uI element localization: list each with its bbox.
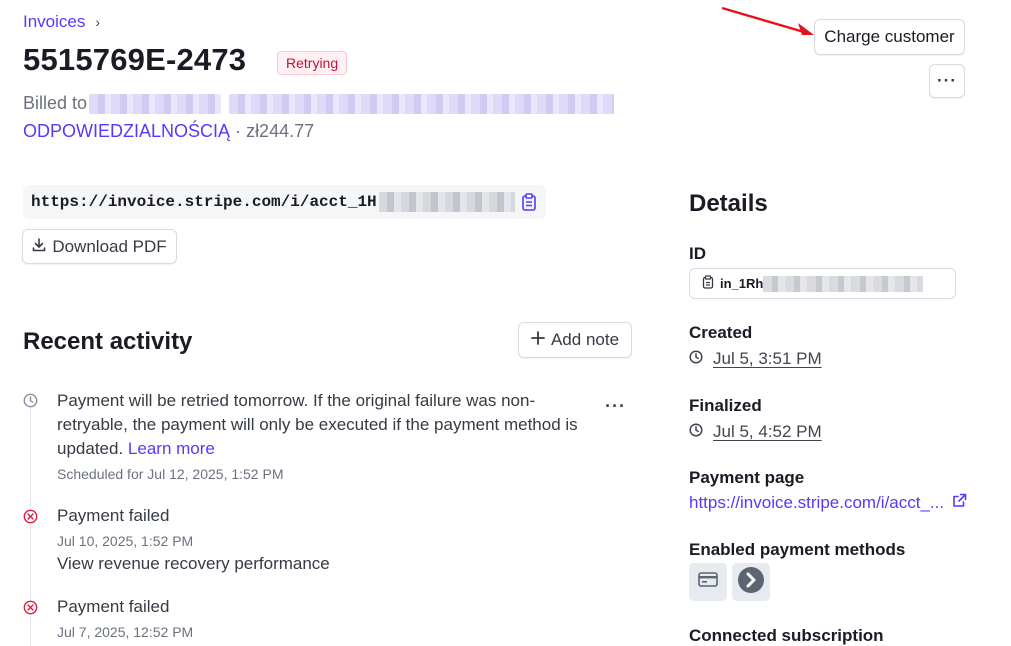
- clock-icon: [689, 349, 703, 369]
- payment-page-row: https://invoice.stripe.com/i/acct_...: [689, 493, 967, 513]
- clock-icon: [689, 422, 703, 442]
- invoice-id-value: in_1Rh: [720, 276, 764, 291]
- finalized-label: Finalized: [689, 396, 762, 415]
- connected-subscription-label: Connected subscription: [689, 626, 884, 645]
- created-label: Created: [689, 323, 753, 342]
- payment-page-link[interactable]: https://invoice.stripe.com/i/acct_...: [689, 493, 944, 513]
- breadcrumb-invoices-link[interactable]: Invoices: [23, 12, 85, 32]
- add-note-label: Add note: [550, 330, 620, 349]
- charge-customer-button[interactable]: Charge customer: [814, 19, 965, 55]
- activity-timestamp: Jul 10, 2025, 1:52 PM: [57, 533, 194, 549]
- created-row: Jul 5, 3:51 PM: [689, 349, 822, 369]
- breadcrumb: Invoices ›: [23, 12, 100, 32]
- error-icon: [23, 509, 38, 524]
- view-revenue-recovery-link[interactable]: View revenue recovery performance: [57, 552, 330, 576]
- plus-icon: [531, 330, 545, 350]
- details-heading: Details: [689, 190, 768, 217]
- credit-card-icon: [698, 572, 718, 592]
- redacted-url: [378, 192, 515, 212]
- copy-clipboard-icon[interactable]: [520, 192, 538, 212]
- link-payment-method: [732, 563, 770, 601]
- billed-to-line: Billed to: [23, 93, 615, 114]
- add-note-button[interactable]: Add note: [518, 322, 632, 358]
- billed-to-line-2: ODPOWIEDZIALNOŚCIĄ · zł244.77: [23, 121, 314, 142]
- chevron-right-icon: ›: [95, 14, 101, 30]
- redacted-customer-name: [89, 93, 222, 114]
- activity-text: Payment will be retried tomorrow. If the…: [57, 391, 536, 410]
- download-icon: [32, 237, 46, 257]
- annotation-arrow: [718, 4, 818, 38]
- status-badge: Retrying: [277, 51, 348, 75]
- page-title: 5515769E-2473: [23, 42, 247, 77]
- finalized-row: Jul 5, 4:52 PM: [689, 422, 822, 442]
- recent-activity-heading: Recent activity: [23, 328, 193, 355]
- invoice-url-box: https://invoice.stripe.com/i/acct_1H: [23, 185, 546, 219]
- activity-text: retryable, the payment will only be exec…: [57, 415, 578, 434]
- copy-clipboard-icon[interactable]: [702, 275, 714, 292]
- invoice-url: https://invoice.stripe.com/i/acct_1H: [31, 193, 377, 211]
- payment-page-label: Payment page: [689, 468, 805, 487]
- invoice-id-field[interactable]: in_1Rh: [689, 268, 956, 299]
- more-actions-button[interactable]: ···: [929, 64, 965, 98]
- amount-separator: ·: [235, 121, 242, 141]
- external-link-icon[interactable]: [952, 493, 967, 513]
- invoice-amount: zł244.77: [246, 121, 315, 141]
- download-pdf-button[interactable]: Download PDF: [22, 229, 177, 264]
- finalized-date[interactable]: Jul 5, 4:52 PM: [713, 422, 822, 442]
- download-pdf-label: Download PDF: [52, 236, 167, 256]
- learn-more-link[interactable]: Learn more: [128, 439, 215, 458]
- activity-timestamp: Scheduled for Jul 12, 2025, 1:52 PM: [57, 466, 284, 482]
- redacted-customer-name: [229, 93, 615, 114]
- card-payment-method: [689, 563, 727, 601]
- activity-text: updated.: [57, 439, 124, 458]
- billed-to-label: Billed to: [23, 93, 88, 113]
- clock-icon: [23, 393, 38, 408]
- error-icon: [23, 600, 38, 615]
- id-label: ID: [689, 244, 706, 263]
- activity-item-retry: Payment will be retried tomorrow. If the…: [57, 389, 597, 461]
- payment-methods-label: Enabled payment methods: [689, 540, 906, 559]
- customer-link[interactable]: ODPOWIEDZIALNOŚCIĄ: [23, 121, 230, 141]
- activity-timestamp: Jul 7, 2025, 12:52 PM: [57, 624, 194, 640]
- redacted-id: [763, 275, 924, 292]
- link-arrow-icon: [737, 566, 765, 599]
- activity-text: Payment failed: [57, 506, 170, 525]
- activity-text: Payment failed: [57, 597, 170, 616]
- more-icon: ···: [937, 71, 957, 90]
- activity-more-button[interactable]: ···: [605, 396, 626, 417]
- created-date[interactable]: Jul 5, 3:51 PM: [713, 349, 822, 369]
